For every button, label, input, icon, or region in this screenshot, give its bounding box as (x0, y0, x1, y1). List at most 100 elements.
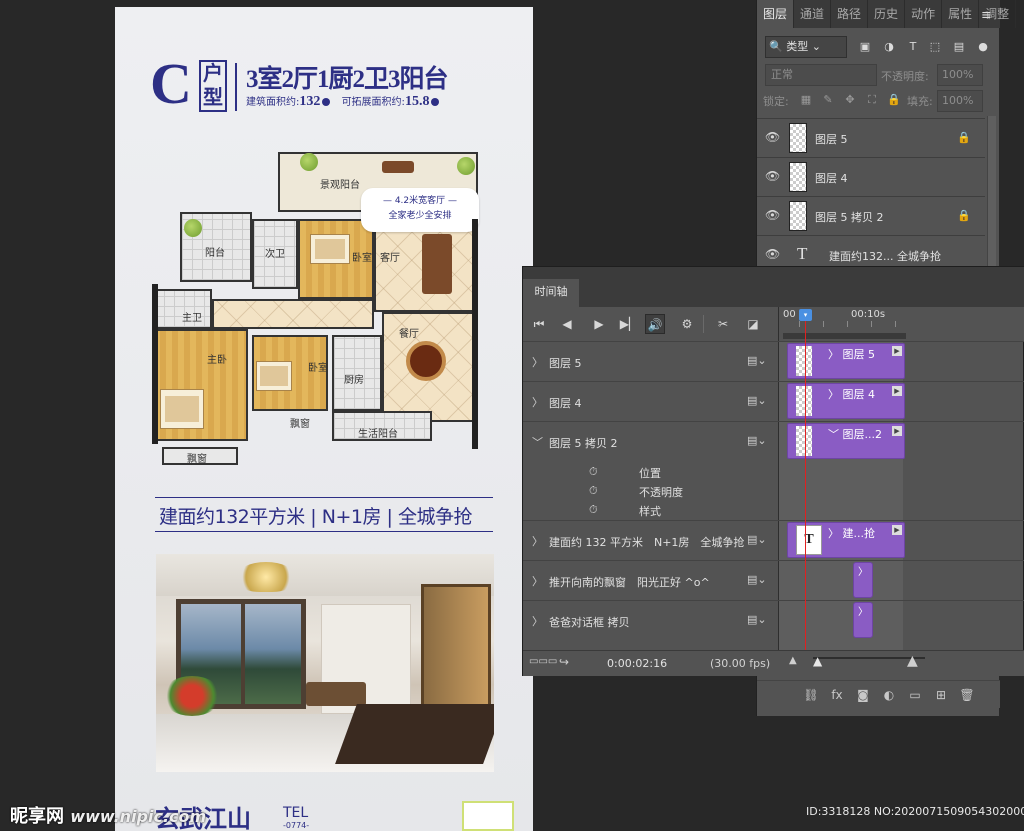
tab-history[interactable]: 历史 (868, 0, 906, 28)
visibility-eye-icon[interactable]: 👁 (765, 208, 780, 222)
room-label-master-bedroom: 主卧 (207, 355, 227, 366)
chevron-right-icon[interactable]: 〉 (532, 613, 543, 629)
stopwatch-icon[interactable]: ⏱ (589, 503, 598, 517)
tab-layers[interactable]: 图层 (757, 0, 795, 28)
timeline-panel: 时间轴 ⏮ ◀ ▶ ▶▏ 🔊 ⚙ ✂ ◪ 00 00:10s 〉 图层 5 ▤⌄… (522, 266, 1024, 676)
layer-row[interactable]: 👁 图层 4 (757, 157, 985, 195)
property-row[interactable]: ⏱ 样式 (523, 501, 778, 520)
room-label-balcony: 阳台 (205, 248, 225, 259)
frames-mode-icon[interactable]: ▭▭▭ (529, 656, 557, 667)
film-strip-icon[interactable]: ▤⌄ (747, 613, 767, 626)
tab-paths[interactable]: 路径 (831, 0, 869, 28)
smart-object-filter-icon[interactable]: ▤ (951, 39, 967, 55)
track-name: 建面约 132 平方米 N+1房 全城争抢 (549, 536, 745, 549)
layer-lock-icon: 🔒 (957, 131, 971, 144)
first-frame-icon[interactable]: ⏮ (529, 314, 549, 334)
zoom-slider-thumb[interactable]: ▲ (813, 654, 822, 668)
playhead-handle[interactable]: ▾ (799, 309, 812, 321)
layer-row[interactable]: 👁 图层 5 🔒 (757, 118, 985, 156)
timeline-footer: ▭▭▭ ↪ 0:00:02:16 (30.00 fps) ▲ ▲ ▲ (523, 650, 1024, 676)
trash-icon[interactable]: 🗑 (959, 687, 975, 703)
film-strip-icon[interactable]: ▤⌄ (747, 434, 767, 447)
bed-icon (256, 361, 292, 391)
stopwatch-icon[interactable]: ⏱ (589, 465, 598, 479)
clip-menu-icon[interactable]: ▶ (892, 386, 902, 396)
lock-transparent-icon[interactable]: ▦ (799, 93, 813, 107)
image-filter-icon[interactable]: ▣ (857, 39, 873, 55)
clip-menu-icon[interactable]: ▶ (892, 426, 902, 436)
track-row[interactable]: 〉 爸爸对话框 拷贝 ▤⌄ (523, 600, 1024, 640)
time-ruler[interactable]: 00 00:10s (779, 307, 1024, 341)
track-row[interactable]: 〉 建面约 132 平方米 N+1房 全城争抢 ▤⌄ (523, 520, 1024, 560)
layer-lock-icon: 🔒 (957, 209, 971, 222)
tab-actions[interactable]: 动作 (905, 0, 943, 28)
add-mask-icon[interactable]: ◙ (855, 687, 871, 703)
convert-arrow-icon[interactable]: ↪ (559, 655, 569, 669)
timeline-clip-small[interactable]: 〉 (853, 602, 873, 638)
audio-icon[interactable]: 🔊 (645, 314, 665, 334)
clip-menu-icon[interactable]: ▶ (892, 525, 902, 535)
tab-channels[interactable]: 通道 (794, 0, 832, 28)
tel-label: TEL (283, 805, 309, 821)
track-name: 推开向南的飘窗 阳光正好 ^o^ (549, 576, 710, 589)
canvas-document[interactable]: C 户型 3室2厅1厨2卫3阳台 建筑面积约:132 可拓展面积约:15.8 景… (115, 7, 533, 831)
kind-filter-select[interactable]: 🔍 类型 ⌄ (765, 36, 847, 58)
split-scissors-icon[interactable]: ✂ (713, 314, 733, 334)
shape-filter-icon[interactable]: ⬚ (927, 39, 943, 55)
fx-icon[interactable]: fx (829, 687, 845, 703)
stopwatch-icon[interactable]: ⏱ (589, 484, 598, 498)
timeline-clip-small[interactable]: 〉 (853, 562, 873, 598)
panel-menu-icon[interactable]: ≡ (981, 8, 992, 23)
prev-frame-icon[interactable]: ◀ (557, 314, 577, 334)
adjustment-layer-icon[interactable]: ◐ (881, 687, 897, 703)
visibility-eye-icon[interactable]: 👁 (765, 169, 780, 183)
visibility-eye-icon[interactable]: 👁 (765, 130, 780, 144)
property-name: 样式 (639, 505, 661, 518)
property-row[interactable]: ⏱ 位置 (523, 463, 778, 482)
zoom-in-icon[interactable]: ▲ (907, 653, 918, 669)
property-row[interactable]: ⏱ 不透明度 (523, 482, 778, 501)
lock-artboard-icon[interactable]: ⛶ (865, 93, 879, 107)
track-row[interactable]: 〉 推开向南的飘窗 阳光正好 ^o^ ▤⌄ (523, 560, 1024, 600)
link-layers-icon[interactable]: ⛓ (803, 687, 819, 703)
next-frame-icon[interactable]: ▶▏ (619, 314, 639, 334)
film-strip-icon[interactable]: ▤⌄ (747, 533, 767, 546)
transition-icon[interactable]: ◪ (743, 314, 763, 334)
playhead-line[interactable] (805, 317, 806, 650)
chevron-right-icon[interactable]: 〉 (532, 533, 543, 549)
clip-menu-icon[interactable]: ▶ (892, 346, 902, 356)
layers-scrollbar[interactable] (987, 116, 996, 266)
track-row[interactable]: 〉 图层 5 ▤⌄ (523, 341, 1024, 381)
filter-toggle-icon[interactable]: ● (975, 39, 991, 55)
work-area-bar[interactable] (783, 333, 906, 339)
text-layer-icon: T (797, 244, 808, 263)
chevron-down-icon[interactable]: ﹀ (532, 434, 543, 450)
fill-input[interactable]: 100% (937, 90, 983, 112)
film-strip-icon[interactable]: ▤⌄ (747, 573, 767, 586)
lock-position-icon[interactable]: ✥ (843, 93, 857, 107)
layer-row[interactable]: 👁 图层 5 拷贝 2 🔒 (757, 196, 985, 234)
play-icon[interactable]: ▶ (589, 314, 609, 334)
visibility-eye-icon[interactable]: 👁 (765, 247, 780, 261)
opacity-input[interactable]: 100% (937, 64, 983, 86)
new-group-icon[interactable]: ▭ (907, 687, 923, 703)
tab-timeline[interactable]: 时间轴 (523, 279, 579, 307)
text-clip-thumbnail-icon: T (796, 525, 822, 555)
chevron-right-icon[interactable]: 〉 (532, 573, 543, 589)
blend-mode-select[interactable]: 正常 (765, 64, 877, 86)
rooms-title: 3室2厅1厨2卫3阳台 (246, 66, 449, 93)
chevron-right-icon[interactable]: 〉 (532, 394, 543, 410)
film-strip-icon[interactable]: ▤⌄ (747, 394, 767, 407)
tab-properties[interactable]: 属性 (942, 0, 980, 28)
track-row[interactable]: 〉 图层 4 ▤⌄ (523, 381, 1024, 421)
adjustment-filter-icon[interactable]: ◑ (881, 39, 897, 55)
lock-image-icon[interactable]: ✎ (821, 93, 835, 107)
zoom-out-icon[interactable]: ▲ (789, 655, 797, 666)
track-row[interactable]: ﹀ 图层 5 拷贝 2 ▤⌄ (523, 421, 1024, 461)
type-filter-icon[interactable]: T (905, 39, 921, 55)
film-strip-icon[interactable]: ▤⌄ (747, 354, 767, 367)
settings-gear-icon[interactable]: ⚙ (677, 314, 697, 334)
chevron-right-icon[interactable]: 〉 (532, 354, 543, 370)
new-layer-icon[interactable]: ⊞ (933, 687, 949, 703)
lock-all-icon[interactable]: 🔒 (887, 93, 901, 107)
